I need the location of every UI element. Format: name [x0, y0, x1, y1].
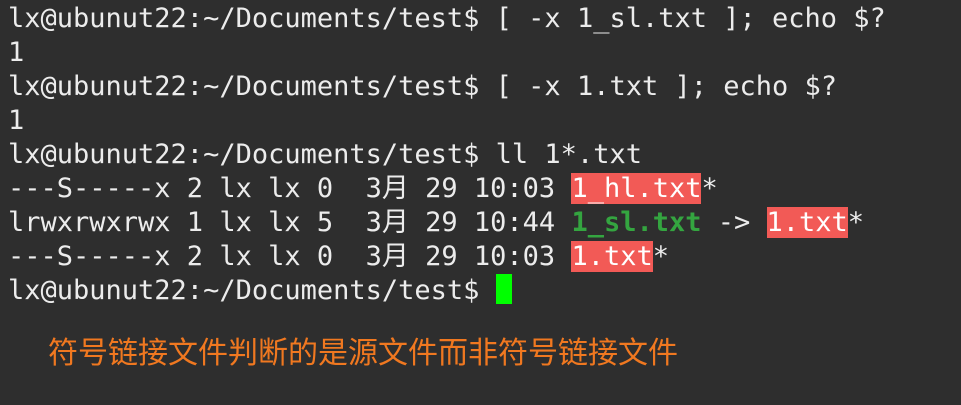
exec-marker: * — [652, 241, 669, 272]
exec-marker: * — [847, 207, 865, 238]
command: [ -x 1_sl.txt ]; echo $? — [479, 3, 886, 34]
listing-row: ---S-----x 2 lx lx 0 3月 29 10:03 1_hl.tx… — [8, 172, 718, 206]
prompt: lx@ubunut22:~/Documents/test$ — [8, 3, 480, 34]
terminal-output-1: 1 — [8, 36, 24, 70]
listing-row: ---S-----x 2 lx lx 0 3月 29 10:03 1.txt* — [8, 240, 669, 274]
exit-status: 1 — [8, 105, 25, 136]
file-meta: lrwxrwxrwx 1 lx lx 5 3月 29 10:44 — [8, 207, 572, 238]
exec-marker: * — [701, 173, 718, 204]
file-name-hardlink: 1_hl.txt — [571, 173, 702, 204]
annotation-caption: 符号链接文件判断的是源文件而非符号链接文件 — [48, 336, 678, 371]
terminal-line-1: lx@ubunut22:~/Documents/test$ [ -x 1_sl.… — [8, 2, 886, 36]
prompt: lx@ubunut22:~/Documents/test$ — [8, 275, 496, 306]
file-name-source: 1.txt — [571, 241, 653, 272]
terminal-input-line[interactable]: lx@ubunut22:~/Documents/test$ — [8, 274, 512, 308]
terminal-output-2: 1 — [8, 104, 24, 138]
terminal-window[interactable]: lx@ubunut22:~/Documents/test$ [ -x 1_sl.… — [0, 0, 961, 405]
terminal-line-2: lx@ubunut22:~/Documents/test$ [ -x 1.txt… — [8, 70, 837, 104]
terminal-line-3: lx@ubunut22:~/Documents/test$ ll 1*.txt — [8, 138, 642, 172]
listing-row: lrwxrwxrwx 1 lx lx 5 3月 29 10:44 1_sl.tx… — [8, 206, 864, 240]
command: ll 1*.txt — [479, 139, 642, 170]
terminal-cursor[interactable] — [495, 274, 512, 304]
exit-status: 1 — [8, 37, 25, 68]
symlink-target: 1.txt — [766, 207, 848, 238]
command: [ -x 1.txt ]; echo $? — [479, 71, 838, 102]
file-meta: ---S-----x 2 lx lx 0 3月 29 10:03 — [8, 241, 572, 272]
file-meta: ---S-----x 2 lx lx 0 3月 29 10:03 — [8, 173, 572, 204]
symlink-arrow: -> — [701, 207, 767, 238]
prompt: lx@ubunut22:~/Documents/test$ — [8, 139, 480, 170]
file-name-symlink: 1_sl.txt — [571, 207, 702, 238]
prompt: lx@ubunut22:~/Documents/test$ — [8, 71, 480, 102]
